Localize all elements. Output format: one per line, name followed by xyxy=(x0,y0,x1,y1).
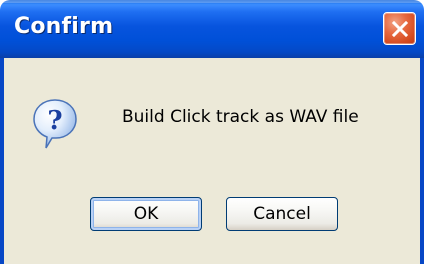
dialog-title: Confirm xyxy=(14,14,114,39)
title-bar[interactable]: Confirm xyxy=(0,0,424,58)
ok-button[interactable]: OK xyxy=(90,197,202,231)
dialog-message: Build Click track as WAV file xyxy=(122,107,359,127)
close-button[interactable] xyxy=(383,12,416,45)
dialog-body xyxy=(0,58,424,264)
question-icon: ? xyxy=(33,99,77,149)
close-icon xyxy=(391,20,409,38)
confirm-dialog: Confirm ? Build Click track as WAV file … xyxy=(0,0,424,264)
svg-text:?: ? xyxy=(47,106,62,136)
cancel-button[interactable]: Cancel xyxy=(226,197,338,231)
